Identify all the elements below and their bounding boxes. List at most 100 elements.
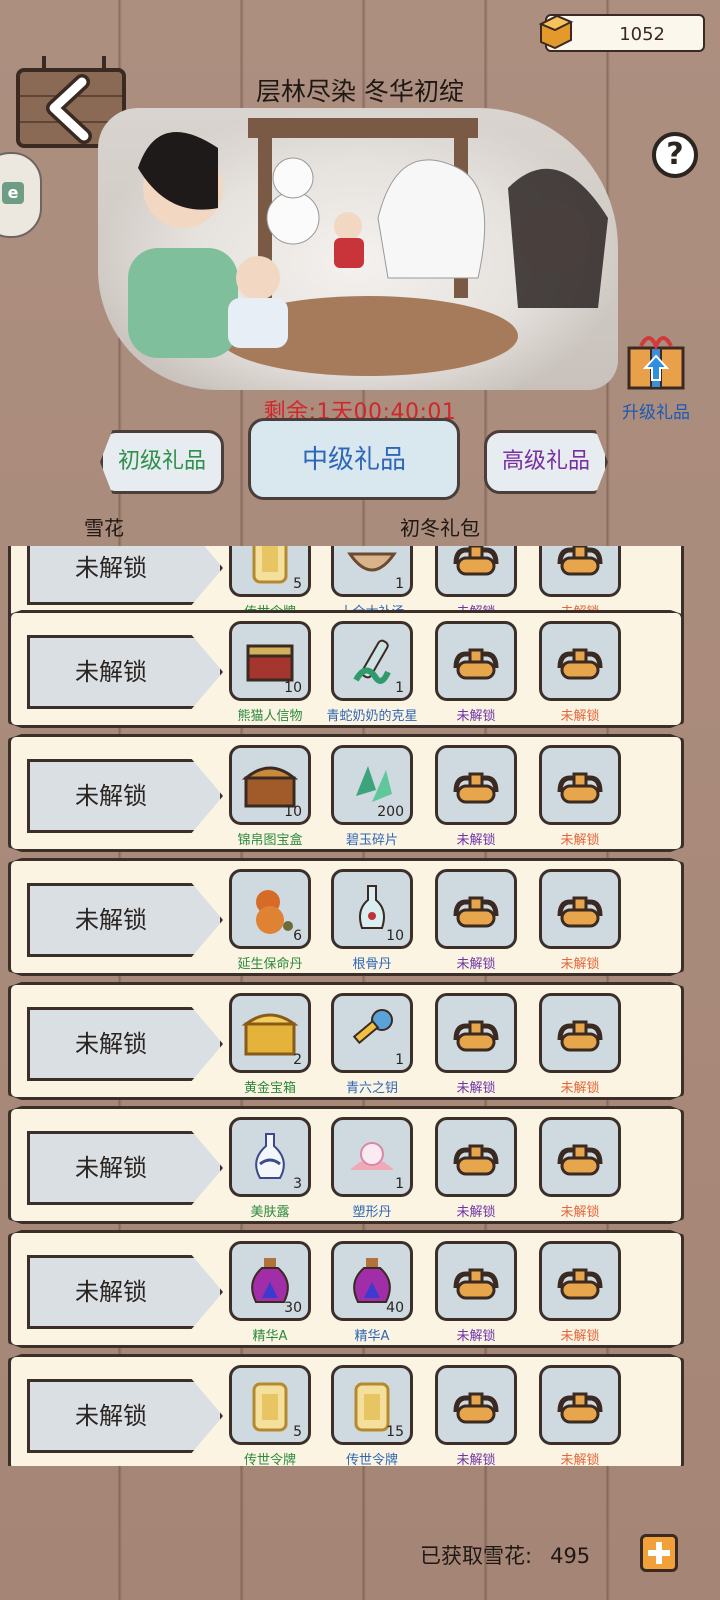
item-count: 5 xyxy=(293,576,302,592)
reward-item-slot[interactable]: 1 xyxy=(331,993,413,1073)
item-name: 未解锁 xyxy=(456,1329,496,1344)
row-lock-status[interactable]: 未解锁 xyxy=(27,1255,223,1329)
item-name: 未解锁 xyxy=(560,1329,600,1344)
item-name: 未解锁 xyxy=(560,709,600,724)
reward-item-slot[interactable]: 40 xyxy=(331,1241,413,1321)
reward-row: 未解锁 10 熊猫人信物 1 青蛇奶奶的克星 未解锁 未解锁 xyxy=(8,610,684,728)
locked-reward-slot[interactable] xyxy=(435,869,517,949)
locked-reward-slot[interactable] xyxy=(539,1365,621,1445)
help-button[interactable]: ? xyxy=(652,132,698,178)
item-name: 精华A xyxy=(354,1329,390,1344)
item-name: 未解锁 xyxy=(456,1081,496,1096)
reward-item-slot[interactable]: 1 xyxy=(331,1117,413,1197)
row-lock-status[interactable]: 未解锁 xyxy=(27,1131,223,1205)
tab-basic-gift[interactable]: 初级礼品 xyxy=(100,430,224,494)
item-count: 1 xyxy=(395,1176,404,1192)
gold-ingot-icon xyxy=(538,14,574,50)
reward-item-slot[interactable]: 10 xyxy=(229,621,311,701)
reward-item-slot[interactable]: 10 xyxy=(331,869,413,949)
item-name: 碧玉碎片 xyxy=(345,833,398,848)
locked-reward-slot[interactable] xyxy=(435,621,517,701)
item-name: 未解锁 xyxy=(560,1453,600,1466)
row-lock-status[interactable]: 未解锁 xyxy=(27,883,223,957)
reward-item-slot[interactable]: 1 xyxy=(331,546,413,597)
item-name: 黄金宝箱 xyxy=(243,1081,296,1096)
item-count: 40 xyxy=(386,1300,404,1316)
reward-item-slot[interactable]: 3 xyxy=(229,1117,311,1197)
item-name: 青六之钥 xyxy=(345,1081,398,1096)
row-lock-status[interactable]: 未解锁 xyxy=(27,546,223,605)
reward-item-slot[interactable]: 5 xyxy=(229,1365,311,1445)
item-count: 5 xyxy=(293,1424,302,1440)
locked-reward-slot[interactable] xyxy=(435,1117,517,1197)
item-count: 1 xyxy=(395,1052,404,1068)
snowflake-total-value: 495 xyxy=(550,1544,591,1568)
item-count: 10 xyxy=(284,804,302,820)
reward-item-slot[interactable]: 30 xyxy=(229,1241,311,1321)
reward-item-slot[interactable]: 10 xyxy=(229,745,311,825)
reward-row: 未解锁 3 美肤露 1 塑形丹 未解锁 未解锁 xyxy=(8,1106,684,1224)
page-title: 层林尽染 冬华初绽 xyxy=(256,77,464,106)
item-count: 30 xyxy=(284,1300,302,1316)
locked-reward-slot[interactable] xyxy=(435,993,517,1073)
row-lock-status[interactable]: 未解锁 xyxy=(27,635,223,709)
item-name: 熊猫人信物 xyxy=(237,709,303,724)
item-name: 未解锁 xyxy=(456,833,496,848)
locked-reward-slot[interactable] xyxy=(435,1241,517,1321)
reward-list[interactable]: 未解锁5传世令牌1十全大补汤未解锁未解锁未解锁10熊猫人信物1青蛇奶奶的克星未解… xyxy=(0,546,720,1466)
row-lock-status[interactable]: 未解锁 xyxy=(27,759,223,833)
locked-reward-slot[interactable] xyxy=(435,745,517,825)
reward-item-slot[interactable]: 2 xyxy=(229,993,311,1073)
item-name: 未解锁 xyxy=(456,957,496,972)
reward-item-slot[interactable]: 15 xyxy=(331,1365,413,1445)
reward-row: 未解锁 30 精华A 40 精华A 未解锁 未解锁 xyxy=(8,1230,684,1348)
row-lock-status[interactable]: 未解锁 xyxy=(27,1007,223,1081)
item-count: 1 xyxy=(395,576,404,592)
winter-feast-artwork xyxy=(128,118,608,376)
reward-item-slot[interactable]: 200 xyxy=(331,745,413,825)
item-name: 未解锁 xyxy=(456,709,496,724)
item-name: 精华A xyxy=(252,1329,288,1344)
reward-item-slot[interactable]: 5 xyxy=(229,546,311,597)
item-count: 3 xyxy=(293,1176,302,1192)
item-count: 1 xyxy=(395,680,404,696)
tab-advanced-gift[interactable]: 高级礼品 xyxy=(484,430,608,494)
item-name: 未解锁 xyxy=(456,1205,496,1220)
item-name: 未解锁 xyxy=(456,1453,496,1466)
snowflake-total-label: 已获取雪花: xyxy=(420,1544,533,1568)
item-name: 未解锁 xyxy=(560,833,600,848)
locked-reward-slot[interactable] xyxy=(435,1365,517,1445)
item-name: 塑形丹 xyxy=(352,1205,392,1220)
currency-counter: 1052 xyxy=(538,14,705,52)
locked-reward-slot[interactable] xyxy=(539,1241,621,1321)
locked-reward-slot[interactable] xyxy=(539,1117,621,1197)
locked-reward-slot[interactable] xyxy=(539,546,621,597)
locked-reward-slot[interactable] xyxy=(539,621,621,701)
item-count: 10 xyxy=(386,928,404,944)
column-label-early-winter-pack: 初冬礼包 xyxy=(400,516,480,540)
item-count: 15 xyxy=(386,1424,404,1440)
side-tab-icon: e xyxy=(2,182,24,204)
currency-value: 1052 xyxy=(619,24,665,45)
item-name: 锦帛图宝盒 xyxy=(237,833,303,848)
reward-item-slot[interactable]: 1 xyxy=(331,621,413,701)
item-name: 传世令牌 xyxy=(345,1453,398,1466)
tab-intermediate-gift[interactable]: 中级礼品 xyxy=(248,418,460,500)
locked-reward-slot[interactable] xyxy=(539,993,621,1073)
event-banner-illustration xyxy=(98,108,618,390)
item-count: 200 xyxy=(377,804,404,820)
side-event-tab[interactable]: e xyxy=(0,152,42,238)
row-lock-status[interactable]: 未解锁 xyxy=(27,1379,223,1453)
snowflake-total: 已获取雪花: 495 xyxy=(420,1540,590,1570)
locked-reward-slot[interactable] xyxy=(539,869,621,949)
reward-item-slot[interactable]: 6 xyxy=(229,869,311,949)
item-name: 未解锁 xyxy=(560,1081,600,1096)
item-name: 根骨丹 xyxy=(352,957,392,972)
item-name: 青蛇奶奶的克星 xyxy=(326,709,418,724)
item-name: 美肤露 xyxy=(250,1205,290,1220)
locked-reward-slot[interactable] xyxy=(435,546,517,597)
locked-reward-slot[interactable] xyxy=(539,745,621,825)
add-snowflake-button[interactable] xyxy=(640,1534,678,1572)
reward-row: 未解锁 6 延生保命丹 10 根骨丹 未解锁 未解锁 xyxy=(8,858,684,976)
reward-row: 未解锁 10 锦帛图宝盒 200 碧玉碎片 未解锁 未解锁 xyxy=(8,734,684,852)
